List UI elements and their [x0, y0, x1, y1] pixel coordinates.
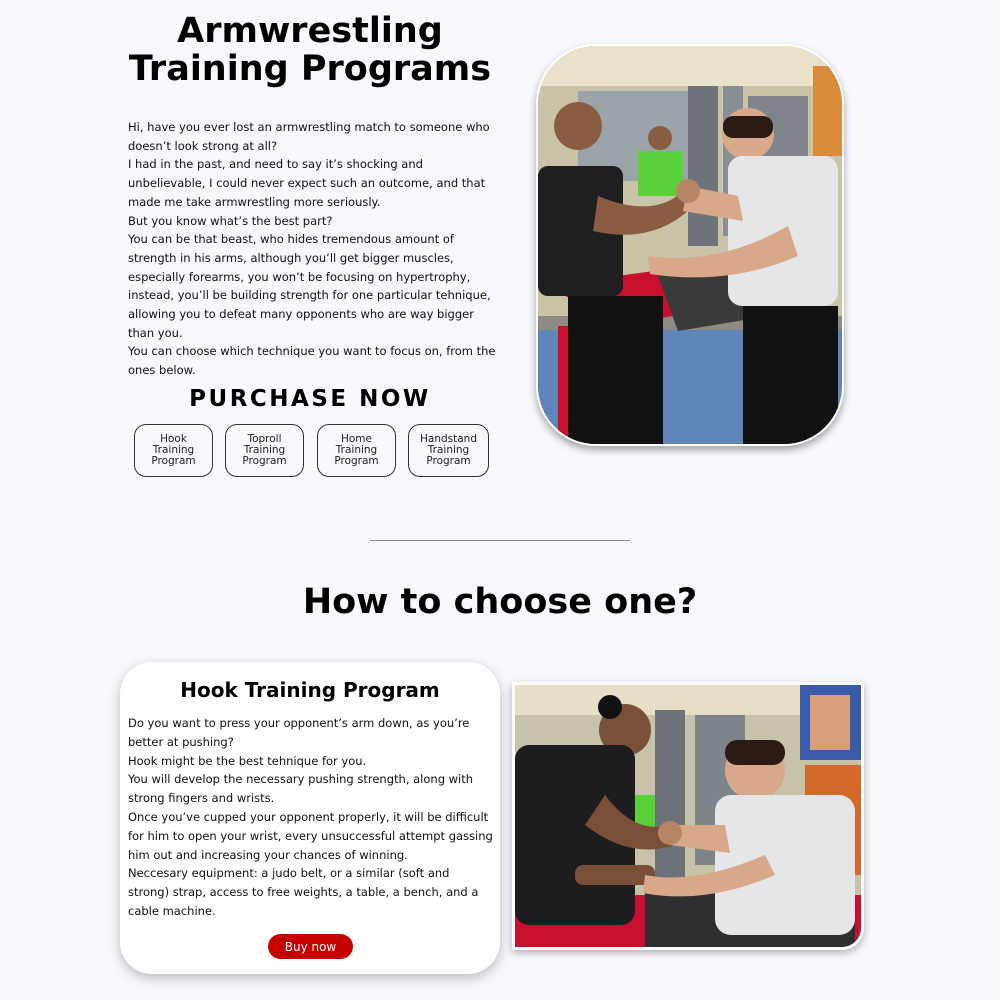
toproll-program-button[interactable]: Toproll Training Program — [225, 424, 304, 477]
card-description: Do you want to press your opponent’s arm… — [128, 714, 493, 921]
page-title: Armwrestling Training Programs — [110, 12, 510, 88]
hook-armwrestling-photo — [512, 682, 864, 950]
intro-paragraph: Hi, have you ever lost an armwrestling m… — [128, 120, 490, 153]
section-title: How to choose one? — [302, 582, 698, 622]
card-paragraph: Neccesary equipment: a judo belt, or a s… — [128, 866, 479, 918]
intro-paragraph: You can be that beast, who hides tremend… — [128, 232, 491, 340]
page-title-line2: Training Programs — [128, 49, 492, 89]
intro-text: Hi, have you ever lost an armwrestling m… — [128, 118, 498, 380]
card-paragraph: Do you want to press your opponent’s arm… — [128, 716, 470, 749]
intro-paragraph: You can choose which technique you want … — [128, 344, 496, 378]
hero-armwrestling-photo — [536, 44, 844, 446]
section-divider — [370, 540, 630, 541]
program-button-label: Home Training Program — [334, 433, 379, 467]
home-program-button[interactable]: Home Training Program — [317, 424, 396, 477]
page-title-line1: Armwrestling — [177, 11, 443, 51]
program-button-label: Hook Training Program — [151, 433, 196, 467]
intro-paragraph: But you know what’s the best part? — [128, 213, 333, 228]
handstand-program-button[interactable]: Handstand Training Program — [408, 424, 489, 477]
purchase-heading: PURCHASE NOW — [189, 386, 431, 412]
card-paragraph: You will develop the necessary pushing s… — [128, 772, 474, 806]
intro-paragraph: I had in the past, and need to say it’s … — [128, 157, 486, 209]
buy-now-button[interactable]: Buy now — [268, 934, 353, 959]
card-title: Hook Training Program — [180, 678, 440, 702]
hook-program-button[interactable]: Hook Training Program — [134, 424, 213, 477]
program-button-label: Handstand Training Program — [420, 433, 477, 467]
hook-program-card: Hook Training Program Do you want to pre… — [120, 662, 500, 974]
card-paragraph: Hook might be the best tehnique for you. — [128, 753, 367, 768]
card-paragraph: Once you’ve cupped your opponent properl… — [128, 809, 493, 862]
program-button-label: Toproll Training Program — [242, 433, 287, 467]
